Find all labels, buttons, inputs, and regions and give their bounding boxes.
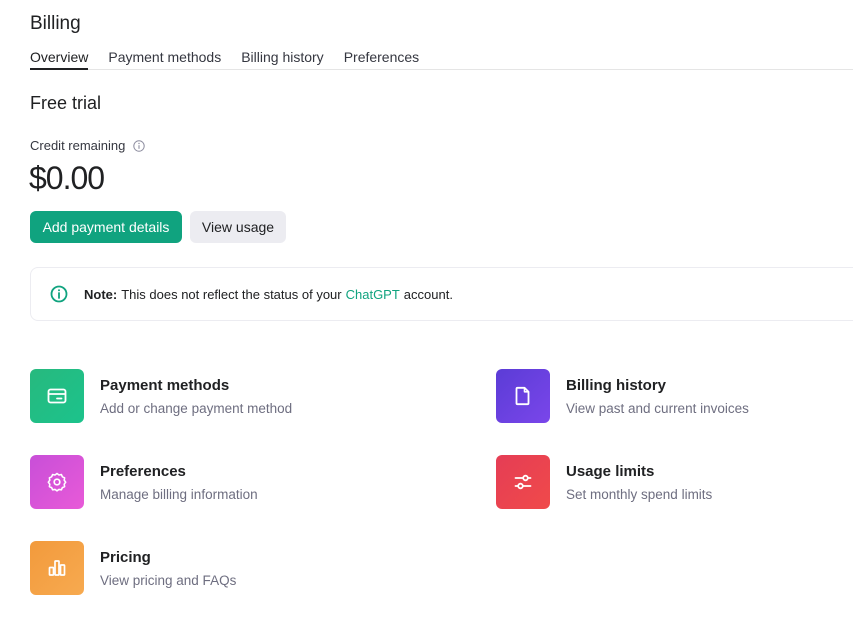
bar-chart-icon [30,541,84,595]
card-payment-methods[interactable]: Payment methods Add or change payment me… [30,369,292,423]
document-icon [496,369,550,423]
credit-remaining-text: Credit remaining [30,138,125,153]
credit-remaining-label: Credit remaining [30,138,145,153]
info-icon[interactable] [133,140,145,152]
note-label: Note: [84,287,117,302]
tab-billing-history[interactable]: Billing history [241,49,323,70]
note-text-end: account. [404,287,453,302]
card-title: Billing history [566,377,749,394]
page-title: Billing [30,13,81,35]
card-subtitle: View past and current invoices [566,401,749,416]
card-subtitle: Manage billing information [100,487,258,502]
chatgpt-note: Note: This does not reflect the status o… [30,267,853,321]
sliders-icon [496,455,550,509]
card-subtitle: Add or change payment method [100,401,292,416]
card-subtitle: View pricing and FAQs [100,573,236,588]
note-text: This does not reflect the status of your [121,287,341,302]
plan-title: Free trial [30,93,101,114]
card-title: Payment methods [100,377,292,394]
card-title: Usage limits [566,463,712,480]
add-payment-details-button[interactable]: Add payment details [30,211,182,243]
card-subtitle: Set monthly spend limits [566,487,712,502]
card-pricing[interactable]: Pricing View pricing and FAQs [30,541,236,595]
view-usage-button[interactable]: View usage [190,211,286,243]
info-circle-icon [50,285,68,303]
tab-payment-methods[interactable]: Payment methods [108,49,221,70]
chatgpt-link[interactable]: ChatGPT [346,287,400,302]
tab-preferences[interactable]: Preferences [344,49,419,70]
credit-amount: $0.00 [29,160,104,197]
card-preferences[interactable]: Preferences Manage billing information [30,455,258,509]
card-usage-limits[interactable]: Usage limits Set monthly spend limits [496,455,712,509]
tab-overview[interactable]: Overview [30,49,88,70]
billing-tabs: Overview Payment methods Billing history… [30,49,853,70]
credit-card-icon [30,369,84,423]
card-title: Pricing [100,549,236,566]
gear-icon [30,455,84,509]
card-billing-history[interactable]: Billing history View past and current in… [496,369,749,423]
card-title: Preferences [100,463,258,480]
